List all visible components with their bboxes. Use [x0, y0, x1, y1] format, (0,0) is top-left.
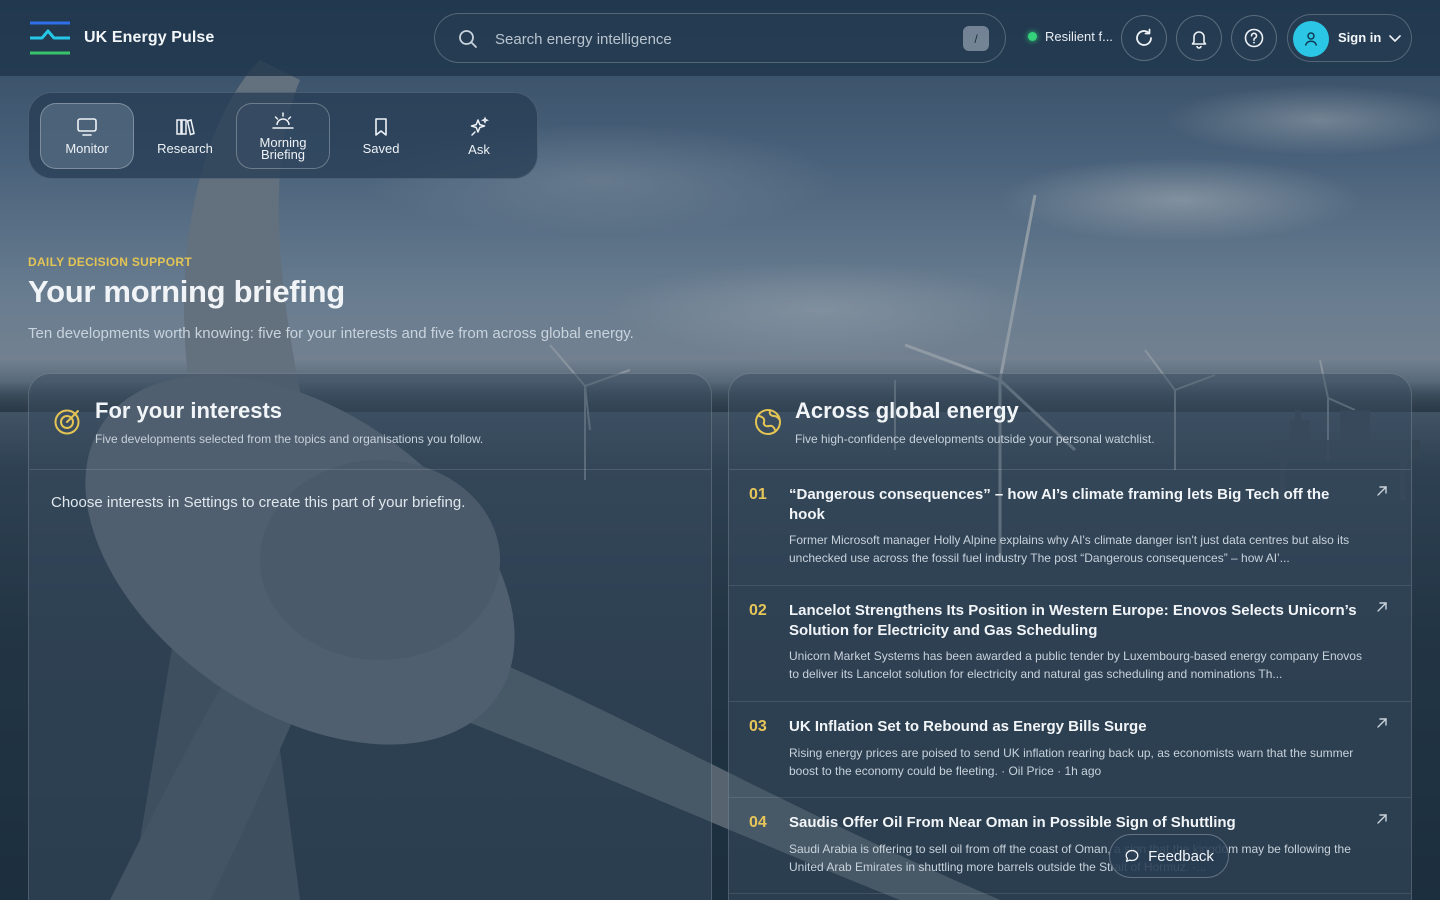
interests-card: For your interests Five developments sel…	[28, 373, 712, 900]
feedback-button[interactable]: Feedback	[1109, 834, 1229, 878]
item-description: Saudi Arabia is offering to sell oil fro…	[789, 842, 1351, 874]
main-nav: Monitor Research Morning Briefing Saved	[28, 92, 538, 179]
global-title: Across global energy	[795, 398, 1019, 423]
nav-research[interactable]: Research	[138, 103, 232, 169]
sunrise-icon	[272, 112, 294, 129]
status-text: Resilient f...	[1045, 29, 1113, 44]
status-dot-icon	[1028, 32, 1037, 41]
nav-monitor[interactable]: Monitor	[40, 103, 134, 169]
item-title[interactable]: Saudis Offer Oil From Near Oman in Possi…	[789, 813, 1369, 833]
sparkle-icon	[470, 116, 490, 136]
item-description: Unicorn Market Systems has been awarded …	[789, 649, 1362, 681]
chevron-down-icon	[1389, 35, 1401, 42]
chat-bubble-icon	[1125, 849, 1139, 862]
top-bar: UK Energy Pulse / Resilient f...	[0, 0, 1440, 76]
item-number: 02	[749, 602, 767, 619]
interests-card-header: For your interests Five developments sel…	[29, 374, 711, 470]
notifications-button[interactable]	[1176, 15, 1222, 61]
item-description: Rising energy prices are poised to send …	[789, 746, 1354, 778]
global-card-header: Across global energy Five high-confidenc…	[729, 374, 1411, 470]
brand[interactable]: UK Energy Pulse	[30, 20, 214, 56]
search-box[interactable]: /	[434, 13, 1006, 63]
briefing-item[interactable]: 01 “Dangerous consequences” – how AI’s c…	[729, 470, 1411, 586]
nav-saved[interactable]: Saved	[334, 103, 428, 169]
books-icon	[176, 119, 195, 136]
item-title[interactable]: UK Inflation Set to Rebound as Energy Bi…	[789, 717, 1369, 737]
global-energy-card: Across global energy Five high-confidenc…	[728, 373, 1412, 900]
refresh-button[interactable]	[1121, 15, 1167, 61]
user-icon	[1304, 32, 1318, 46]
search-shortcut-key: /	[963, 26, 989, 51]
item-number: 04	[749, 814, 767, 831]
nav-morning-briefing-label: Morning Briefing	[259, 135, 307, 162]
interests-empty-message: Choose interests in Settings to create t…	[51, 494, 466, 511]
bell-icon	[1191, 31, 1207, 49]
search-icon	[459, 30, 477, 48]
nav-ask-label: Ask	[468, 142, 490, 157]
system-status[interactable]: Resilient f...	[1028, 29, 1113, 44]
external-link-icon[interactable]	[1375, 484, 1389, 498]
sign-in-label: Sign in	[1338, 30, 1382, 45]
app-name: UK Energy Pulse	[84, 29, 215, 46]
item-number: 03	[749, 718, 767, 735]
nav-research-label: Research	[157, 141, 213, 156]
bookmark-icon	[375, 118, 387, 136]
page-subtitle: Ten developments worth knowing: five for…	[28, 325, 634, 342]
external-link-icon[interactable]	[1375, 600, 1389, 614]
globe-icon	[755, 409, 781, 435]
nav-saved-label: Saved	[362, 141, 400, 156]
nav-morning-briefing[interactable]: Morning Briefing	[236, 103, 330, 169]
item-title[interactable]: “Dangerous consequences” – how AI’s clim…	[789, 485, 1369, 525]
page-title: Your morning briefing	[28, 274, 345, 309]
briefing-item[interactable]: 03 UK Inflation Set to Rebound as Energy…	[729, 702, 1411, 798]
help-button[interactable]	[1231, 15, 1277, 61]
monitor-icon	[77, 118, 97, 136]
briefing-item[interactable]: 04 Saudis Offer Oil From Near Oman in Po…	[729, 798, 1411, 894]
global-subtitle: Five high-confidence developments outsid…	[795, 432, 1155, 446]
item-description: Former Microsoft manager Holly Alpine ex…	[789, 533, 1350, 565]
nav-monitor-label: Monitor	[65, 141, 109, 156]
avatar	[1293, 21, 1329, 57]
pulse-logo-icon	[30, 21, 70, 55]
section-eyebrow: DAILY DECISION SUPPORT	[28, 255, 192, 269]
external-link-icon[interactable]	[1375, 716, 1389, 730]
interests-subtitle: Five developments selected from the topi…	[95, 432, 484, 446]
item-title[interactable]: Lancelot Strengthens Its Position in Wes…	[789, 601, 1369, 641]
briefing-item[interactable]: 02 Lancelot Strengthens Its Position in …	[729, 586, 1411, 702]
feedback-label: Feedback	[1148, 847, 1214, 865]
external-link-icon[interactable]	[1375, 812, 1389, 826]
item-number: 01	[749, 486, 767, 503]
target-icon	[54, 409, 80, 435]
search-input[interactable]	[495, 24, 935, 54]
refresh-icon	[1136, 28, 1152, 46]
nav-ask[interactable]: Ask	[432, 103, 526, 169]
sign-in-button[interactable]: Sign in	[1287, 14, 1412, 62]
help-icon	[1244, 28, 1264, 48]
interests-title: For your interests	[95, 398, 283, 423]
